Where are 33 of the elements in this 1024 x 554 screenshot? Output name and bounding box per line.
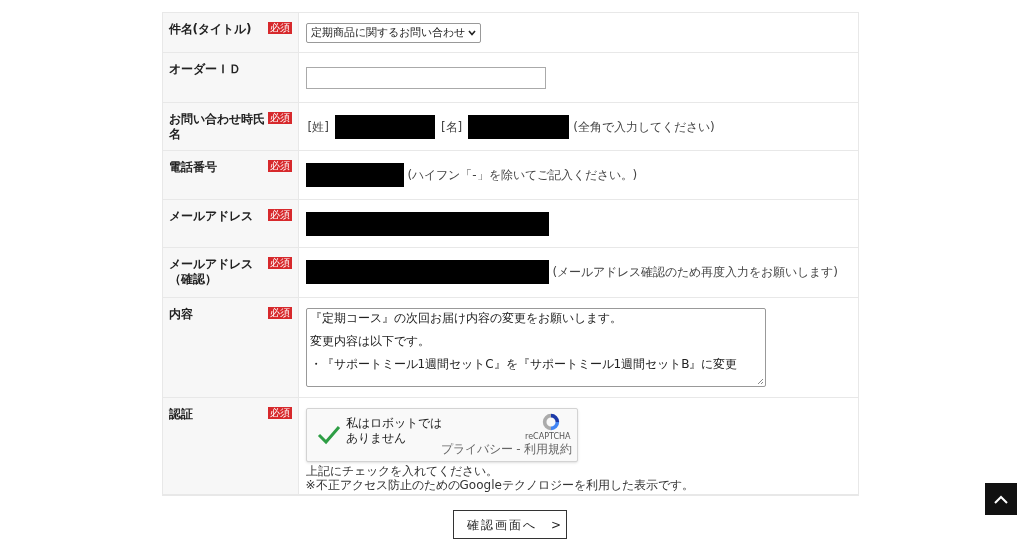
field-label: 電話番号	[168, 160, 218, 175]
chevron-right-icon: >	[550, 515, 564, 534]
text-line: 『定期コース』の次回お届け内容の変更をお願いします。	[309, 311, 623, 325]
privacy-terms-link[interactable]: プライバシー - 利用規約	[440, 442, 573, 456]
required-badge: 必須	[267, 407, 292, 419]
required-badge: 必須	[267, 160, 292, 172]
field-label: メールアドレス（確認）	[168, 257, 254, 287]
required-badge: 必須	[267, 257, 292, 269]
field-label: 件名(タイトル)	[168, 22, 253, 37]
recaptcha-brand: reCAPTCHA	[525, 432, 571, 442]
name-part-label: [姓]	[307, 119, 329, 136]
required-badge: 必須	[267, 112, 292, 124]
captcha-hint: 上記にチェックを入れてください。	[305, 464, 499, 478]
text-line: 変更内容は以下です。	[309, 334, 431, 348]
field-label: メールアドレス	[168, 209, 254, 224]
field-label: オーダーＩＤ	[168, 62, 242, 77]
message-textarea[interactable]: 『定期コース』の次回お届け内容の変更をお願いします。 変更内容は以下です。 ・『サポートミール1週間セットC』を『サポートミール1週間セットB』に変更	[305, 308, 766, 387]
required-badge: 必須	[267, 22, 292, 34]
name-part-label: [名]	[440, 119, 463, 136]
field-note: (全角で入力してください)	[573, 119, 715, 136]
field-note: (ハイフン「-」を除いてご記入ください。)	[407, 167, 638, 184]
field-label: 内容	[168, 307, 194, 322]
field-label: お問い合わせ時氏名	[168, 112, 266, 142]
confirm-button[interactable]: 確認画面へ >	[453, 510, 567, 539]
field-note: (メールアドレス確認のため再度入力をお願いします)	[552, 264, 838, 281]
required-badge: 必須	[267, 307, 292, 319]
subject-dropdown[interactable]: 定期商品に関するお問い合わせ	[305, 23, 481, 43]
field-label: 認証	[168, 407, 194, 422]
text-line: ・『サポートミール1週間セットC』を『サポートミール1週間セットB』に変更	[309, 357, 739, 371]
recaptcha-widget[interactable]: 私はロボットではありません reCAPTCHA プライバシー - 利用規約	[305, 408, 578, 462]
captcha-hint: ※不正アクセス防止のためのGoogleテクノロジーを利用した表示です。	[305, 478, 695, 492]
captcha-label: 私はロボットではありません	[345, 416, 442, 446]
required-badge: 必須	[267, 209, 292, 221]
